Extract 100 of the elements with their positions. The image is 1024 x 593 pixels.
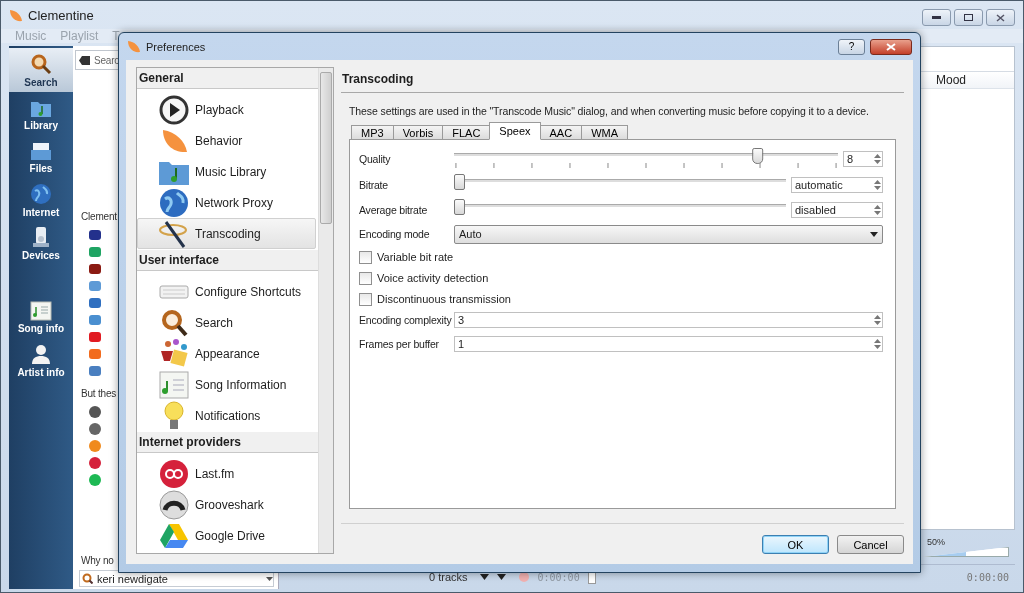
search-icon <box>82 573 93 584</box>
sidebar-tab[interactable]: Library <box>9 94 73 135</box>
codec-tab[interactable]: AAC <box>539 125 583 140</box>
play-icon <box>159 94 189 125</box>
category-item[interactable]: Google Drive <box>137 520 316 551</box>
page-title: Transcoding <box>341 67 904 93</box>
magnifier-icon <box>160 307 188 338</box>
slider[interactable] <box>454 148 838 170</box>
spinner-arrows-icon <box>873 337 882 351</box>
volume-reading: 50% <box>926 537 946 547</box>
maximize-icon <box>964 14 973 21</box>
elapsed-time: 0:00:00 <box>537 571 580 583</box>
codec-tab[interactable]: Speex <box>489 122 541 140</box>
sidebar-tab[interactable]: Song info <box>9 297 73 338</box>
field-label: Encoding mode <box>359 228 431 240</box>
spin-box[interactable]: 1 <box>454 336 883 352</box>
track-count: 0 tracks <box>429 571 468 583</box>
light-bulb-icon <box>163 400 185 431</box>
checkbox[interactable] <box>359 250 372 264</box>
slider-thumb[interactable] <box>454 199 465 215</box>
dialog-button[interactable]: Cancel <box>837 535 904 554</box>
checkbox[interactable] <box>359 271 372 285</box>
service-logo-icon <box>88 313 102 327</box>
codec-tab[interactable]: Vorbis <box>392 125 444 140</box>
dropdown[interactable]: Auto <box>454 224 883 244</box>
close-button[interactable] <box>870 38 912 55</box>
service-logo-icon <box>88 262 102 276</box>
person-icon <box>31 343 51 365</box>
category-heading: General <box>137 68 318 89</box>
spinner-arrows-icon <box>873 203 882 217</box>
service-logo-icon <box>88 439 102 453</box>
spin-box[interactable]: disabled <box>791 202 883 218</box>
category-item[interactable]: Network Proxy <box>137 187 316 218</box>
category-heading: User interface <box>137 250 318 271</box>
slider-thumb[interactable] <box>454 174 465 190</box>
category-item[interactable]: Song Information <box>137 369 316 400</box>
category-item[interactable]: Last.fm <box>137 458 316 489</box>
sidebar-tab[interactable]: Devices <box>9 223 73 264</box>
service-logo-icon <box>88 330 102 344</box>
suggestion-text: Why no <box>81 555 114 566</box>
caret-icon <box>870 231 878 237</box>
sidebar-tab[interactable]: Files <box>9 137 73 178</box>
song-info-icon <box>30 301 52 321</box>
minimize-icon <box>932 15 941 20</box>
arc-logo-icon <box>159 489 189 520</box>
spinner-arrows-icon <box>873 313 882 327</box>
category-item[interactable]: Search <box>137 307 316 338</box>
category-item[interactable]: Playback <box>137 94 316 125</box>
section-text: But thes <box>81 388 117 399</box>
category-item[interactable]: Configure Shortcuts <box>137 276 316 307</box>
category-item[interactable]: Behavior <box>137 125 316 156</box>
spin-box[interactable]: 3 <box>454 312 883 328</box>
keyboard-icon <box>159 284 189 299</box>
app-logo-icon <box>9 8 23 22</box>
spinner-arrows-icon <box>873 152 882 166</box>
spin-box[interactable]: 8 <box>843 151 883 167</box>
service-logo-icon <box>88 456 102 470</box>
scrollbar[interactable] <box>318 68 333 553</box>
codec-tab[interactable]: MP3 <box>351 125 394 140</box>
sidebar-tab[interactable]: Search <box>9 48 73 92</box>
dialog-button[interactable]: OK <box>762 535 829 554</box>
category-item[interactable]: Grooveshark <box>137 489 316 520</box>
slider-thumb[interactable] <box>752 148 764 164</box>
maximize-button[interactable] <box>954 9 983 26</box>
globe-icon <box>30 183 52 205</box>
service-logo-icon <box>88 422 102 436</box>
files-icon <box>30 141 52 161</box>
category-item[interactable]: Music Library <box>137 156 316 187</box>
triangle-logo-icon <box>159 521 189 550</box>
checkbox[interactable] <box>359 292 372 306</box>
category-item[interactable]: Transcoding <box>137 218 316 249</box>
field-label: Quality <box>359 153 392 165</box>
spinner-arrows-icon <box>873 178 882 192</box>
palette-icon <box>159 338 189 369</box>
help-button[interactable]: ? <box>838 38 865 55</box>
codec-tab[interactable]: WMA <box>581 125 629 140</box>
service-logo-icon <box>88 296 102 310</box>
description-text: These settings are used in the "Transcode Music" dialog, and when converting music before copying it to a device. <box>349 105 870 117</box>
field-label: Bitrate <box>359 179 389 191</box>
sidebar-tab[interactable]: Artist info <box>9 340 73 381</box>
close-button[interactable] <box>986 9 1015 26</box>
category-item[interactable]: Appearance <box>137 338 316 369</box>
field-label: Frames per buffer <box>359 338 440 350</box>
search-icon <box>30 52 52 75</box>
document-icon <box>159 370 189 399</box>
checkbox-label: Voice activity detection <box>377 272 489 284</box>
category-item[interactable]: Notifications <box>137 400 316 431</box>
codec-tab[interactable]: FLAC <box>442 125 491 140</box>
total-time: 0:00:00 <box>966 571 1009 583</box>
field-label: Encoding complexity <box>359 314 453 326</box>
clear-icon <box>79 55 90 65</box>
checkbox-label: Variable bit rate <box>377 251 454 263</box>
column-header[interactable]: Mood <box>924 72 1014 88</box>
sidebar-tab[interactable]: Internet <box>9 180 73 221</box>
window-title: Clementine <box>28 7 94 23</box>
service-logo-icon <box>88 245 102 259</box>
minimize-button[interactable] <box>922 9 951 26</box>
spin-box[interactable]: automatic <box>791 177 883 193</box>
record-icon <box>517 571 530 583</box>
service-logo-icon <box>88 228 102 242</box>
